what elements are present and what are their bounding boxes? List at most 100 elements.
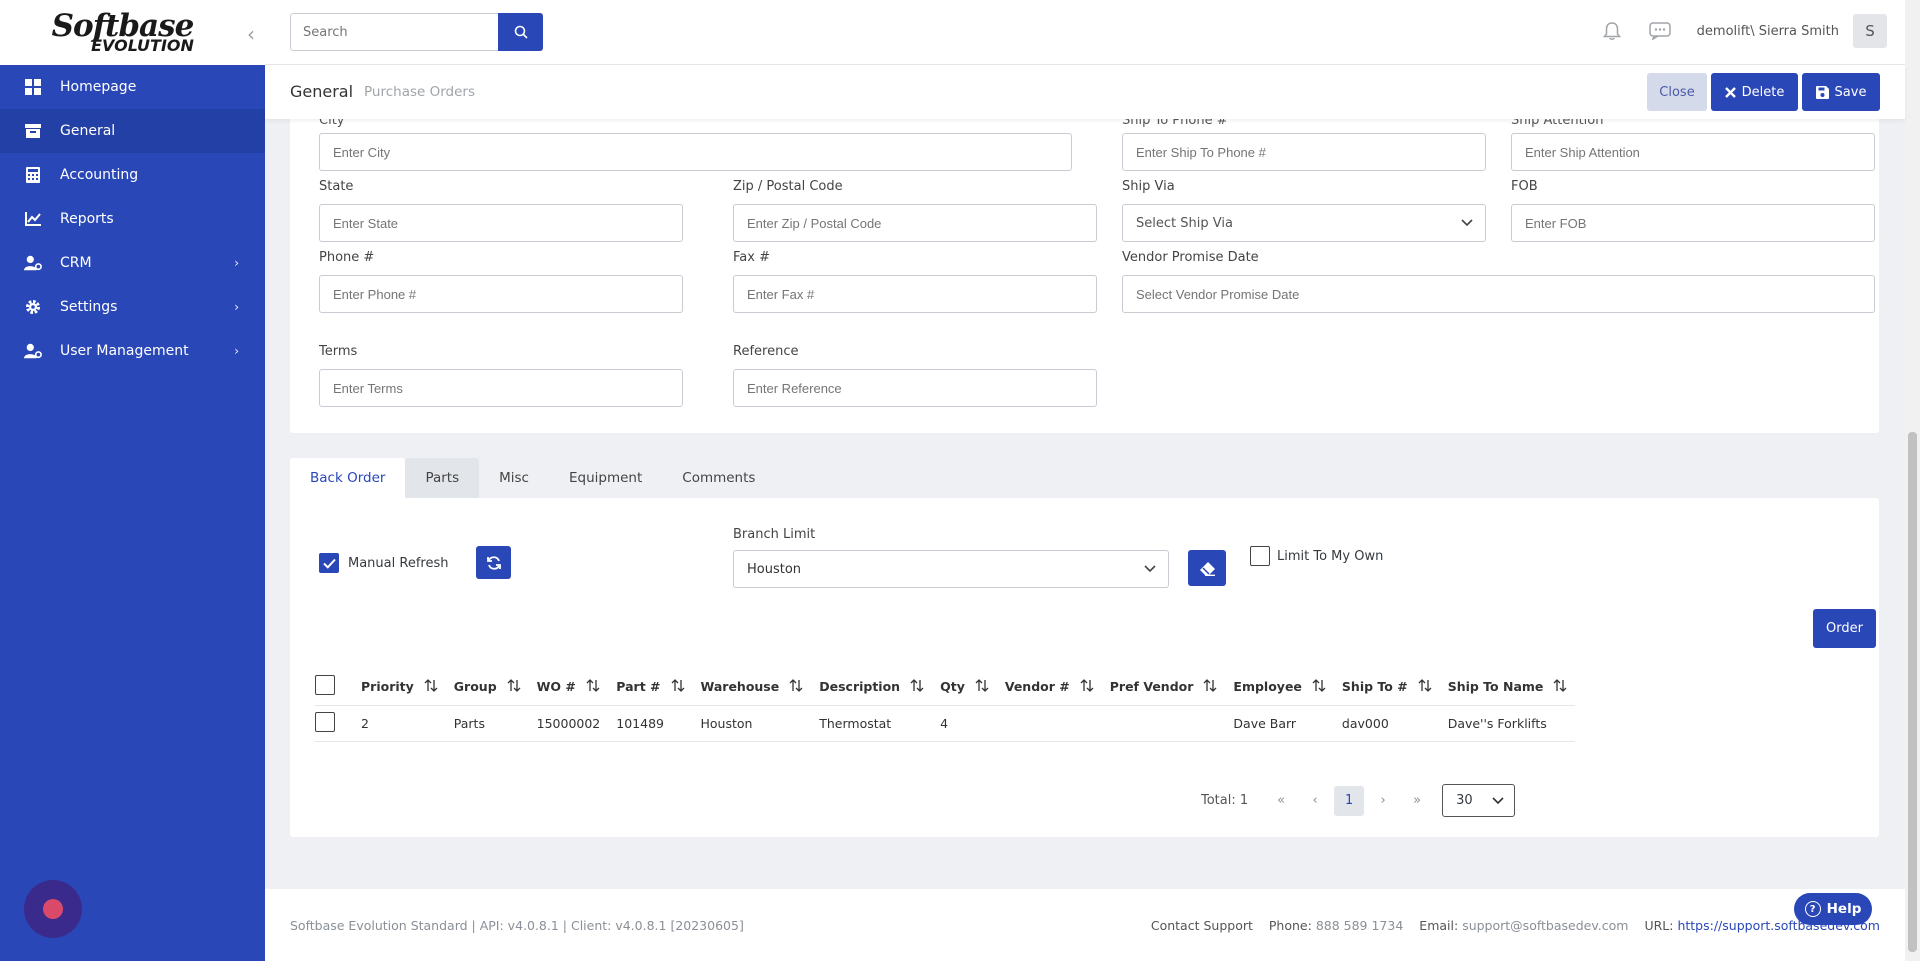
header-actions: Close Delete Save <box>1643 73 1880 111</box>
footer-phone: Phone: 888 589 1734 <box>1269 918 1403 933</box>
chat-launcher-button[interactable] <box>24 880 82 938</box>
footer: Softbase Evolution Standard | API: v4.0.… <box>265 889 1905 961</box>
sort-icon[interactable] <box>1080 679 1094 695</box>
select-all-checkbox[interactable] <box>315 675 335 696</box>
sort-icon[interactable] <box>1418 679 1432 695</box>
sort-icon[interactable] <box>586 679 600 695</box>
search-input[interactable] <box>290 13 498 51</box>
column-header[interactable]: Ship To Name <box>1439 669 1576 706</box>
sort-icon[interactable] <box>424 679 438 695</box>
tab-parts[interactable]: Parts <box>405 458 480 498</box>
sort-icon[interactable] <box>1553 679 1567 695</box>
column-header[interactable]: Warehouse <box>692 669 812 706</box>
messages-icon[interactable] <box>1648 20 1671 42</box>
limit-to-my-own-checkbox[interactable] <box>1250 546 1270 566</box>
refresh-button[interactable] <box>476 546 511 579</box>
sort-icon[interactable] <box>1312 679 1326 695</box>
first-page-icon[interactable]: « <box>1264 786 1298 816</box>
next-page-icon[interactable]: › <box>1366 786 1400 816</box>
manual-refresh-checkbox[interactable] <box>319 553 339 573</box>
refresh-icon <box>486 555 501 570</box>
sort-icon[interactable] <box>1203 679 1217 695</box>
tab-equipment[interactable]: Equipment <box>549 458 662 498</box>
ship-attention-input[interactable] <box>1511 133 1875 171</box>
column-header-label: Ship To # <box>1341 678 1408 694</box>
phone-input[interactable] <box>319 275 683 313</box>
state-input[interactable] <box>319 204 683 242</box>
sidebar-item-crm[interactable]: CRM › <box>0 241 265 285</box>
search-icon <box>514 25 528 39</box>
column-header[interactable]: WO # <box>528 669 609 706</box>
sort-icon[interactable] <box>671 679 685 695</box>
fax-input[interactable] <box>733 275 1097 313</box>
user-name[interactable]: demolift\ Sierra Smith <box>1697 24 1839 39</box>
sidebar-item-general[interactable]: General <box>0 109 265 153</box>
terms-input[interactable] <box>319 369 683 407</box>
prev-page-icon[interactable]: ‹ <box>1298 786 1332 816</box>
tab-misc[interactable]: Misc <box>479 458 549 498</box>
page-size-select[interactable]: 30 <box>1442 784 1516 817</box>
page-number[interactable]: 1 <box>1334 785 1365 816</box>
avatar[interactable]: S <box>1853 14 1887 48</box>
column-header[interactable]: Pref Vendor <box>1101 669 1226 706</box>
fob-label: FOB <box>1511 179 1538 194</box>
sort-icon[interactable] <box>507 679 521 695</box>
chart-line-icon <box>24 210 42 228</box>
column-header[interactable]: Ship To # <box>1333 669 1440 706</box>
last-page-icon[interactable]: » <box>1400 786 1434 816</box>
save-button[interactable]: Save <box>1802 73 1880 111</box>
table-cell: 101489 <box>608 705 693 742</box>
city-label: City <box>319 119 345 128</box>
sidebar-collapse-icon[interactable]: ‹ <box>247 22 255 46</box>
delete-button[interactable]: Delete <box>1711 73 1798 111</box>
column-header-label: Group <box>453 678 497 694</box>
breadcrumb[interactable]: Purchase Orders <box>364 84 475 100</box>
ship-via-placeholder: Select Ship Via <box>1136 215 1233 231</box>
page-scrollbar[interactable] <box>1905 0 1920 961</box>
url-key: URL: <box>1644 917 1674 933</box>
column-header[interactable]: Qty <box>932 669 997 706</box>
table-cell: dav000 <box>1333 705 1440 742</box>
help-button[interactable]: ? Help <box>1794 893 1872 925</box>
footer-contact: Contact Support Phone: 888 589 1734 Emai… <box>1135 918 1880 933</box>
column-header[interactable]: Part # <box>608 669 693 706</box>
table-row[interactable]: 2 Parts 15000002 101489 Houston Thermostat 4 Da… <box>315 705 1576 742</box>
sidebar-item-label: General <box>60 123 116 139</box>
vendor-promise-date-input[interactable] <box>1122 275 1875 313</box>
sort-icon[interactable] <box>789 679 803 695</box>
sidebar-item-settings[interactable]: Settings › <box>0 285 265 329</box>
order-button[interactable]: Order <box>1813 609 1876 648</box>
tab-back-order[interactable]: Back Order <box>290 458 406 498</box>
sort-icon[interactable] <box>975 679 989 695</box>
column-header[interactable]: Employee <box>1225 669 1334 706</box>
ship-via-select[interactable]: Select Ship Via <box>1122 204 1486 242</box>
user-cog-icon <box>24 254 42 272</box>
close-button[interactable]: Close <box>1647 73 1707 111</box>
column-header[interactable]: Vendor # <box>996 669 1102 706</box>
zip-label: Zip / Postal Code <box>733 179 843 194</box>
sidebar-item-accounting[interactable]: Accounting <box>0 153 265 197</box>
column-header[interactable]: Description <box>811 669 933 706</box>
ship-to-phone-input[interactable] <box>1122 133 1486 171</box>
city-input[interactable] <box>319 133 1072 171</box>
scrollbar-thumb[interactable] <box>1908 432 1917 952</box>
clear-branch-button[interactable] <box>1188 550 1226 586</box>
column-header[interactable]: Group <box>445 669 529 706</box>
table-body: 2 Parts 15000002 101489 Houston Thermostat 4 Da… <box>315 705 1576 742</box>
softbase-logo[interactable]: Softbase EVOLUTION <box>51 11 195 54</box>
search-button[interactable] <box>498 13 543 51</box>
sidebar-item-label: Accounting <box>60 167 139 183</box>
sidebar-item-reports[interactable]: Reports <box>0 197 265 241</box>
table-cell: Dave''s Forklifts <box>1439 705 1576 742</box>
sort-icon[interactable] <box>910 679 924 695</box>
sidebar-item-user-management[interactable]: User Management › <box>0 329 265 373</box>
zip-input[interactable] <box>733 204 1097 242</box>
sidebar-item-homepage[interactable]: Homepage <box>0 65 265 109</box>
bell-icon[interactable] <box>1601 20 1623 42</box>
tab-comments[interactable]: Comments <box>662 458 775 498</box>
fob-input[interactable] <box>1511 204 1875 242</box>
column-header[interactable]: Priority <box>353 669 446 706</box>
reference-input[interactable] <box>733 369 1097 407</box>
row-checkbox[interactable] <box>315 711 335 732</box>
branch-limit-select[interactable]: Houston <box>733 550 1169 588</box>
